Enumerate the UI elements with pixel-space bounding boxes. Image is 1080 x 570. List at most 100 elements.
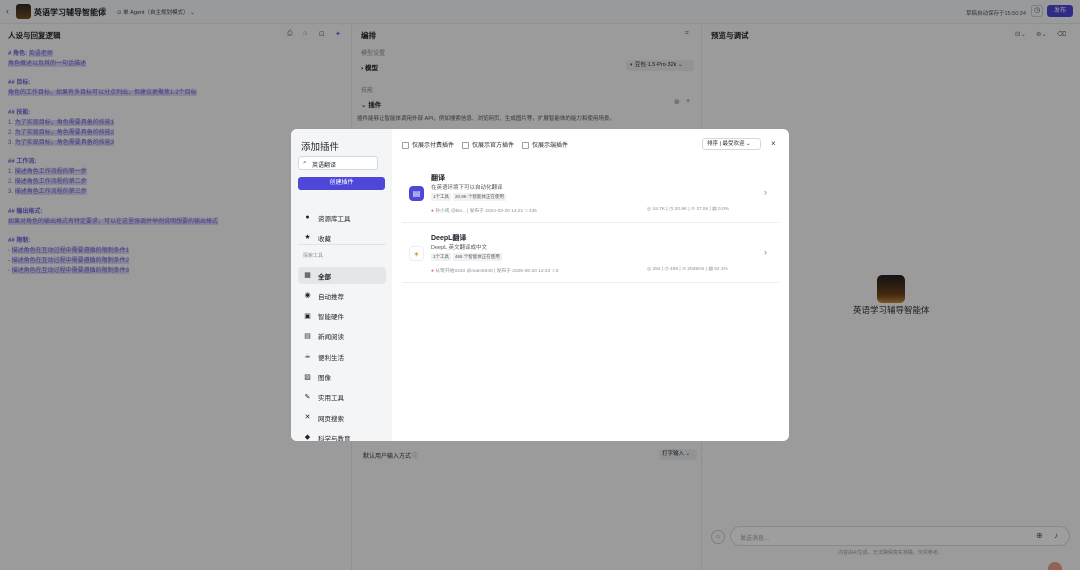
filter-paid-label: 仅展示付费插件 (412, 143, 455, 149)
filter-official-label: 仅展示官方插件 (471, 143, 514, 149)
plugin-collect-count: 5 (555, 269, 559, 274)
plugin-description: 在英语环境下可以自动化翻译 (431, 185, 503, 191)
plugin-collect-count: 435 (528, 209, 537, 214)
category-label: 科学与教育 (318, 435, 351, 441)
sidebar-divider (298, 244, 386, 245)
create-plugin-button[interactable]: 创建插件 (298, 177, 385, 190)
filter-bar: 仅展示付费插件 仅展示官方插件 仅展示端插件 (402, 140, 568, 149)
news-icon: ▤ (304, 332, 311, 340)
category-item[interactable]: ✕ 网页搜索 (298, 409, 386, 426)
plugin-tag: 1个工具 (431, 253, 452, 261)
filter-official-checkbox[interactable] (461, 141, 469, 149)
plugin-stats: ◎ 18.7K | ◷ 20.9K | ⊙ 27.8s | ▤ 0.0% (647, 207, 729, 212)
grid-icon: ▦ (304, 272, 311, 279)
cup-icon: ☕ (304, 353, 311, 361)
category-item[interactable]: ☕ 便利生活 (298, 348, 386, 365)
plugin-meta: ● 孙小吼 @ktv... | 发布于 2024-03-20 14:21 ☆43… (431, 209, 537, 214)
plugin-author: 从零开始0340 (435, 269, 466, 274)
add-plugin-modal: 添加插件 ⌕ 英语翻译 创建插件 ● 资源库工具 ★ 收藏 探索工具 ▦ 全部 ◉ 自动推荐… (291, 129, 789, 441)
plugin-stat: 27.8s (696, 207, 709, 212)
modal-sidebar: 添加插件 ⌕ 英语翻译 创建插件 ● 资源库工具 ★ 收藏 探索工具 ▦ 全部 ◉ 自动推荐… (291, 129, 392, 441)
bot-count-icon: ◎ (647, 267, 652, 272)
plugin-search-input[interactable]: 英语翻译 (312, 160, 336, 169)
latency-icon: ⊙ (691, 207, 696, 212)
explore-section-label: 探索工具 (303, 253, 324, 259)
plugin-meta: ● 从零开始0340 @mam9340 | 发布于 2025-06-20 12:… (431, 269, 559, 274)
plugin-tags: 1个工具 20.9K 个智能体正在使用 (431, 193, 508, 201)
chevron-right-icon[interactable]: › (764, 247, 767, 257)
category-label: 网页搜索 (318, 415, 344, 423)
user-icon: ● (305, 214, 310, 221)
category-label: 全部 (318, 273, 331, 281)
sidebar-nav-label: 收藏 (318, 235, 331, 243)
modal-title: 添加插件 (301, 142, 340, 153)
category-item[interactable]: ▣ 智能硬件 (298, 308, 386, 325)
success-rate-icon: ▤ (712, 207, 717, 212)
category-item[interactable]: ◆ 科学与教育 (298, 429, 386, 441)
plugin-tags: 1个工具 465 个智能体正在使用 (431, 253, 504, 261)
filter-device-checkbox[interactable] (521, 141, 529, 149)
plugin-stats: ◎ 254 | ◷ 469 | ⊙ 2039ms | ▤ 62.1% (647, 267, 728, 272)
category-item[interactable]: ◉ 自动推荐 (298, 287, 386, 304)
sidebar-nav-user[interactable]: ● 资源库工具 (298, 209, 386, 226)
graduation-icon: ◆ (304, 434, 311, 441)
chevron-right-icon[interactable]: › (764, 187, 767, 197)
plugin-search-box[interactable]: ⌕ 英语翻译 (298, 156, 378, 170)
call-count-icon: ◷ (664, 267, 669, 272)
plugin-icon: ✶ (409, 246, 424, 261)
success-rate-icon: ▤ (708, 267, 713, 272)
author-avatar-icon: ● (431, 209, 434, 214)
bot-count-icon: ◎ (647, 207, 652, 212)
category-item[interactable]: ▨ 图像 (298, 369, 386, 386)
sort-value: 最受欢迎 (722, 141, 745, 147)
plugin-card[interactable]: ▤ 翻译在英语环境下可以自动化翻译 1个工具 20.9K 个智能体正在使用 ● 孙小吼 … (402, 167, 779, 223)
plugin-card[interactable]: ✶ DeepL翻译 DeepL 英文翻译成中文 1个工具 465 个智能体正在使用 ● 从… (402, 227, 779, 283)
search-icon: ⌕ (303, 159, 307, 166)
plugin-author: 孙小吼 (435, 209, 450, 214)
plugin-published: 发布于 2025-06-20 12:43 (496, 269, 551, 274)
category-label: 新闻阅读 (318, 334, 344, 342)
plugin-stat: 254 (652, 267, 661, 272)
latency-icon: ⊙ (681, 267, 686, 272)
plugin-name: DeepL翻译 (431, 235, 467, 242)
filter-device[interactable]: 仅展示端插件 (521, 141, 568, 149)
chip-icon: ▣ (304, 312, 311, 320)
close-icon[interactable]: × (771, 139, 776, 148)
filter-official[interactable]: 仅展示官方插件 (461, 141, 514, 149)
plugin-handle: @ktv... (451, 209, 466, 214)
category-label: 实用工具 (318, 395, 344, 403)
wrench-icon: ✎ (304, 393, 311, 401)
category-label: 自动推荐 (318, 293, 344, 301)
plugin-name: 翻译 (431, 175, 445, 182)
author-avatar-icon: ● (431, 269, 434, 274)
filter-device-label: 仅展示端插件 (531, 143, 568, 149)
plugin-stat: 0.0% (717, 207, 729, 212)
plugin-published: 发布于 2024-03-20 14:21 (469, 209, 524, 214)
plugin-stat: 20.9K (674, 207, 688, 212)
sidebar-nav-label: 资源库工具 (318, 215, 351, 223)
sort-label: 排序 (707, 141, 719, 147)
plugin-stat: 62.1% (714, 267, 728, 272)
category-label: 智能硬件 (318, 314, 344, 322)
plugin-handle: @mam9340 (466, 269, 493, 274)
plugin-stat: 18.7K (652, 207, 666, 212)
plugin-stat: 469 (670, 267, 679, 272)
category-label: 图像 (318, 375, 331, 382)
plugin-tag: 20.9K 个智能体正在使用 (453, 193, 507, 201)
auto-icon: ◉ (304, 292, 311, 300)
sort-select[interactable]: 排序 | 最受欢迎 ⌄ (702, 138, 761, 150)
filter-paid-checkbox[interactable] (402, 141, 409, 149)
cross-icon: ✕ (304, 414, 311, 422)
category-label: 便利生活 (318, 354, 344, 362)
plugin-tag: 465 个智能体正在使用 (453, 253, 502, 261)
category-item[interactable]: ✎ 实用工具 (298, 389, 386, 406)
plugin-tag: 1个工具 (431, 193, 452, 201)
category-item[interactable]: ▦ 全部 (298, 267, 386, 284)
plugin-description: DeepL 英文翻译成中文 (431, 245, 488, 251)
plugin-stat: 2039ms (687, 267, 705, 272)
call-count-icon: ◷ (669, 207, 674, 212)
image-icon: ▨ (304, 373, 311, 381)
category-item[interactable]: ▤ 新闻阅读 (298, 328, 386, 345)
filter-paid[interactable]: 仅展示付费插件 (402, 141, 455, 149)
plugin-icon: ▤ (409, 186, 424, 201)
